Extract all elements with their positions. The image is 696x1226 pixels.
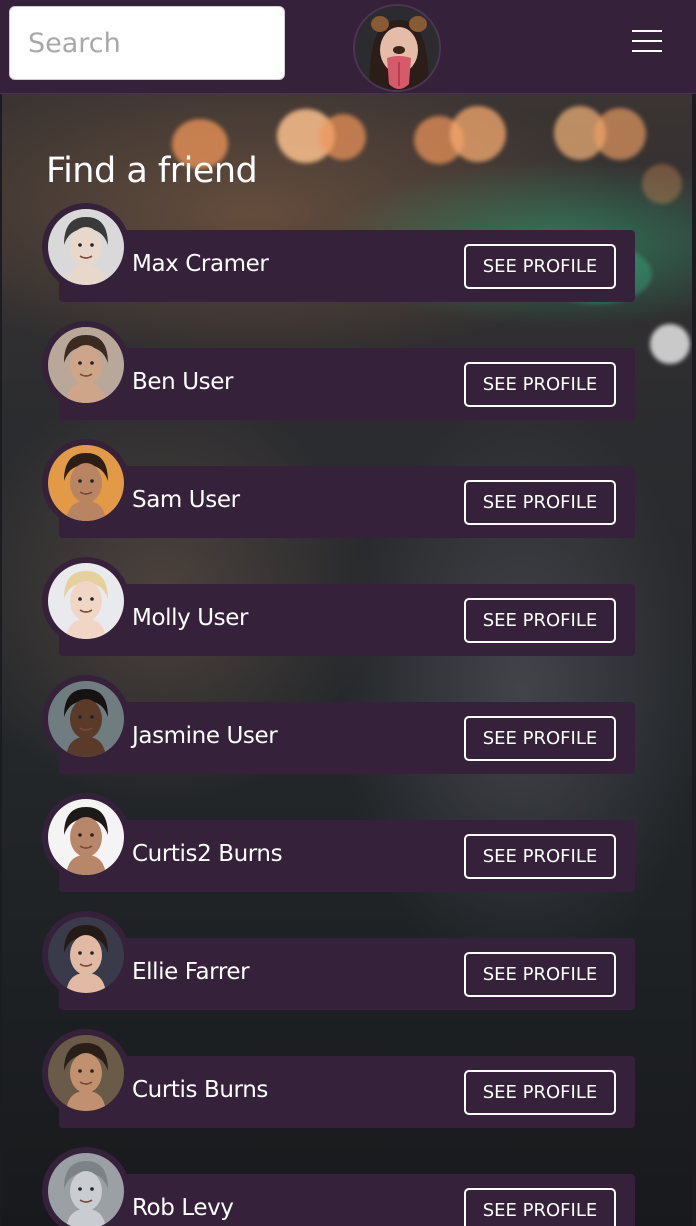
friend-list-item: Max Cramer SEE PROFILE bbox=[0, 203, 696, 303]
friend-avatar[interactable] bbox=[48, 1035, 124, 1111]
friend-list-item: Jasmine User SEE PROFILE bbox=[0, 675, 696, 775]
see-profile-button[interactable]: SEE PROFILE bbox=[464, 362, 616, 407]
friend-name: Sam User bbox=[132, 487, 240, 513]
see-profile-button[interactable]: SEE PROFILE bbox=[464, 598, 616, 643]
see-profile-button[interactable]: SEE PROFILE bbox=[464, 1070, 616, 1115]
page-title: Find a friend bbox=[46, 151, 258, 191]
friend-list-item: Ellie Farrer SEE PROFILE bbox=[0, 911, 696, 1011]
top-nav-bar bbox=[0, 0, 696, 94]
see-profile-button[interactable]: SEE PROFILE bbox=[464, 716, 616, 761]
see-profile-button[interactable]: SEE PROFILE bbox=[464, 1188, 616, 1226]
friend-list-item: Curtis2 Burns SEE PROFILE bbox=[0, 793, 696, 893]
friend-avatar[interactable] bbox=[48, 681, 124, 757]
friend-name: Ellie Farrer bbox=[132, 959, 250, 985]
user-avatar-icon[interactable] bbox=[353, 4, 441, 92]
friend-avatar[interactable] bbox=[48, 445, 124, 521]
friend-avatar[interactable] bbox=[48, 327, 124, 403]
friend-avatar[interactable] bbox=[48, 917, 124, 993]
friend-avatar[interactable] bbox=[48, 209, 124, 285]
friend-name: Rob Levy bbox=[132, 1195, 234, 1221]
friend-list-item: Ben User SEE PROFILE bbox=[0, 321, 696, 421]
friend-list-item: Molly User SEE PROFILE bbox=[0, 557, 696, 657]
friend-name: Ben User bbox=[132, 369, 234, 395]
hamburger-menu-icon[interactable] bbox=[627, 24, 669, 60]
see-profile-button[interactable]: SEE PROFILE bbox=[464, 480, 616, 525]
friend-list-item: Rob Levy SEE PROFILE bbox=[0, 1147, 696, 1226]
friend-list-item: Curtis Burns SEE PROFILE bbox=[0, 1029, 696, 1129]
friend-avatar[interactable] bbox=[48, 1153, 124, 1226]
search-input[interactable] bbox=[9, 6, 285, 80]
see-profile-button[interactable]: SEE PROFILE bbox=[464, 834, 616, 879]
friend-name: Molly User bbox=[132, 605, 249, 631]
friend-name: Max Cramer bbox=[132, 251, 269, 277]
friend-name: Curtis2 Burns bbox=[132, 841, 283, 867]
friend-avatar[interactable] bbox=[48, 563, 124, 639]
friend-avatar[interactable] bbox=[48, 799, 124, 875]
friend-name: Jasmine User bbox=[132, 723, 278, 749]
see-profile-button[interactable]: SEE PROFILE bbox=[464, 952, 616, 997]
see-profile-button[interactable]: SEE PROFILE bbox=[464, 244, 616, 289]
friend-list-item: Sam User SEE PROFILE bbox=[0, 439, 696, 539]
friend-name: Curtis Burns bbox=[132, 1077, 268, 1103]
